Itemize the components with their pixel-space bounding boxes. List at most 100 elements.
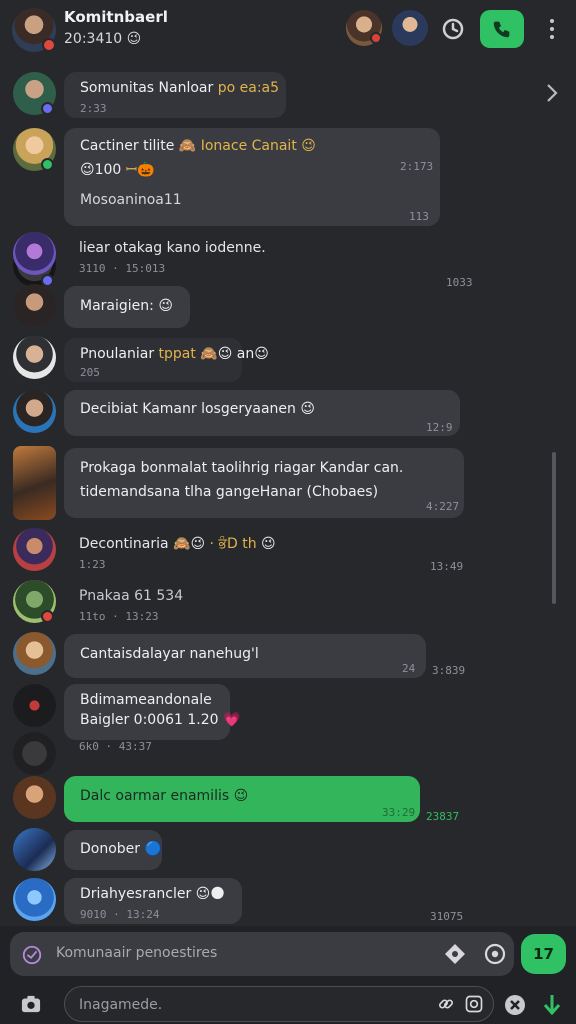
message-emoji: 😉 <box>261 536 276 552</box>
chevron-right-icon[interactable] <box>544 82 560 108</box>
pinned-meta: 2:33 <box>80 102 107 115</box>
message-text: Dalc oarmar enamilis 😉 <box>80 788 249 804</box>
gallery-icon[interactable] <box>463 993 485 1015</box>
avatar[interactable] <box>13 284 56 327</box>
composer: Komunaair penoestires 17 Inagamede. <box>0 926 576 1024</box>
message-time: 113 <box>409 210 429 223</box>
attach-icon[interactable] <box>442 941 468 967</box>
chat-title[interactable]: Komitnbaerl <box>64 8 168 26</box>
arrow-down-icon[interactable] <box>540 992 564 1018</box>
avatar-badge <box>41 158 54 171</box>
send-button[interactable]: 17 <box>521 934 566 974</box>
message-text: 😉100 <box>80 162 122 178</box>
message-text: Pnoulaniar <box>80 346 155 362</box>
message-time: 1:23 <box>79 558 106 571</box>
message-accent: Ionace Canait 😉 <box>200 138 316 154</box>
close-icon[interactable] <box>502 992 528 1018</box>
phone-icon <box>493 21 510 38</box>
message-bubble[interactable]: Maraigien: 😉 <box>64 286 190 328</box>
message-time: 205 <box>80 366 100 379</box>
message-time: 4:227 <box>426 500 460 513</box>
message-bubble[interactable]: Pnoulaniar tppat 🙈😉 an😉 205 <box>64 338 269 382</box>
message-bubble[interactable]: Bdimameandonale Baigler 0:0061 1.20 💗 <box>64 684 240 740</box>
avatar[interactable] <box>13 446 56 520</box>
secondary-input[interactable]: Inagamede. <box>64 986 494 1022</box>
message-item: Prokaga bonmalat taolihrig riagar Kandar… <box>0 446 576 522</box>
avatar[interactable] <box>13 528 56 571</box>
avatar[interactable] <box>13 232 56 275</box>
camera-icon[interactable] <box>18 992 44 1016</box>
message-item: Dalc oarmar enamilis 😉 33:29 23837 <box>0 776 576 826</box>
message-item: liear otakag kano iodenne. 3110 · 15:013 <box>0 232 576 282</box>
avatar[interactable] <box>13 336 56 379</box>
message-text: tidemandsana tlha gangeHanar (Chobaes) <box>80 484 379 500</box>
message-time: 12:9 <box>426 421 453 434</box>
avatar[interactable] <box>13 684 56 727</box>
avatar[interactable] <box>13 732 56 775</box>
status-badge <box>42 38 56 52</box>
message-accent: ꟷ🎃 <box>125 162 155 178</box>
history-icon[interactable] <box>436 12 470 46</box>
sent-message-bubble[interactable]: Dalc oarmar enamilis 😉 33:29 <box>64 776 420 822</box>
message-text[interactable]: liear otakag kano iodenne. <box>79 240 266 256</box>
message-time: 13:49 <box>430 560 464 573</box>
more-menu-button[interactable] <box>540 12 564 46</box>
message-bubble[interactable]: Decibiat Kamanr losgeryaanen 😉 12:9 <box>64 390 460 436</box>
message-item: Cactiner tilite 🙈 Ionace Canait 😉 😉100 ꟷ… <box>0 128 576 289</box>
message-text: Baigler 0:0061 1.20 💗 <box>80 712 241 728</box>
avatar[interactable] <box>13 390 56 433</box>
message-item: Bdimameandonale Baigler 0:0061 1.20 💗 6k… <box>0 684 576 780</box>
emoji-icon[interactable] <box>482 941 508 967</box>
participant-badge <box>370 32 382 44</box>
message-bubble[interactable]: Cantaisdalayar nanehug'l 24 <box>64 634 426 678</box>
message-item: Maraigien: 😉 <box>0 284 576 334</box>
message-accent: · ਭੰD th <box>209 536 257 552</box>
message-text: Prokaga bonmalat taolihrig riagar Kandar… <box>80 460 404 476</box>
chat-header: Komitnbaerl 20:3410 😉 <box>0 0 576 62</box>
message-input-placeholder: Komunaair penoestires <box>56 945 218 961</box>
message-item: Pnakaa 61 534 11to · 13:23 <box>0 580 576 630</box>
message-time: 3:839 <box>432 664 466 677</box>
message-item: Cantaisdalayar nanehug'l 24 3:839 <box>0 632 576 682</box>
message-text: Bdimameandonale <box>80 692 212 708</box>
message-text: Decontinaria 🙈😉 <box>79 536 206 552</box>
chat-subtitle: 20:3410 😉 <box>64 31 142 47</box>
link-icon[interactable] <box>435 993 457 1015</box>
message-time: 3110 · 15:013 <box>79 262 166 275</box>
call-button[interactable] <box>480 10 524 48</box>
pinned-bubble[interactable]: Somunitas Nanloar po ea:a5 2:33 <box>64 72 286 118</box>
avatar[interactable] <box>13 776 56 819</box>
message-time: 2:173 <box>400 160 434 173</box>
message-bubble[interactable]: Cactiner tilite 🙈 Ionace Canait 😉 😉100 ꟷ… <box>64 128 440 226</box>
avatar[interactable] <box>13 878 56 921</box>
avatar-badge <box>41 610 54 623</box>
message-list[interactable]: Somunitas Nanloar po ea:a5 2:33 Cactiner… <box>0 64 576 926</box>
message-time: 6k0 · 43:37 <box>79 740 152 753</box>
avatar[interactable] <box>13 632 56 675</box>
message-time: 23837 <box>426 810 460 823</box>
message-text: Cactiner tilite 🙈 <box>80 138 197 154</box>
scrollbar[interactable] <box>552 452 556 604</box>
message-input[interactable]: Komunaair penoestires <box>10 932 514 976</box>
avatar[interactable] <box>13 828 56 871</box>
message-text: Cantaisdalayar nanehug'l <box>80 646 259 662</box>
pinned-text: Somunitas Nanloar <box>80 80 214 96</box>
message-bubble[interactable]: Donober 🔵 <box>64 830 162 870</box>
message-text: Mosoaninoa11 <box>80 192 182 208</box>
avatar-badge <box>41 102 54 115</box>
message-text: Decibiat Kamanr losgeryaanen 😉 <box>80 401 315 417</box>
pinned-message[interactable]: Somunitas Nanloar po ea:a5 2:33 <box>0 72 576 122</box>
secondary-input-placeholder: Inagamede. <box>79 997 163 1013</box>
message-time: 11to · 13:23 <box>79 610 159 623</box>
message-emoji: 🙈😉 an😉 <box>200 346 269 362</box>
message-text[interactable]: Pnakaa 61 534 <box>79 588 183 604</box>
message-bubble[interactable]: Driahyesrancler 😉🌑 9010 · 13:24 <box>64 878 242 924</box>
message-time: 31075 <box>430 910 464 923</box>
message-time: 33:29 <box>382 806 416 819</box>
participant-avatar[interactable] <box>392 10 428 46</box>
message-item: Decibiat Kamanr losgeryaanen 😉 12:9 <box>0 390 576 440</box>
message-text: Donober 🔵 <box>80 841 162 857</box>
message-bubble[interactable]: Prokaga bonmalat taolihrig riagar Kandar… <box>64 448 464 518</box>
message-item: Decontinaria 🙈😉 · ਭੰD th 😉 1:23 13:49 <box>0 528 576 578</box>
sticker-icon[interactable] <box>20 943 44 967</box>
